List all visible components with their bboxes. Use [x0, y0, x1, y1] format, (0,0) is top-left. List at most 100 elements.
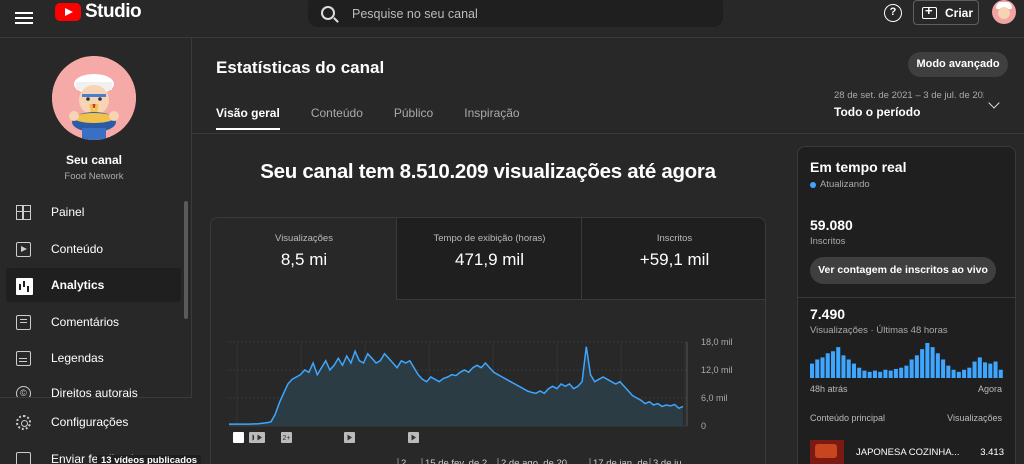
realtime-bar [962, 369, 967, 378]
live-dot-icon [810, 181, 816, 188]
sidebar-item-legendas[interactable]: Legendas [6, 341, 181, 375]
search-input[interactable]: Pesquise no seu canal [352, 7, 478, 21]
y-tick-label: 18,0 mil [701, 337, 733, 347]
realtime-bar [935, 353, 940, 378]
top-content-views: 3.413 [980, 446, 1004, 458]
realtime-bar [857, 367, 862, 378]
analytics-tabs: Visão geral Conteúdo Público Inspiração [216, 106, 551, 130]
youtube-studio-logo[interactable]: Studio [55, 1, 142, 22]
realtime-bar [862, 370, 867, 378]
realtime-axis-start: 48h atrás [810, 384, 848, 394]
realtime-status: Atualizando [810, 179, 870, 190]
realtime-bar [815, 359, 820, 378]
realtime-bar [967, 367, 972, 378]
top-content-views-label: Visualizações [947, 413, 1002, 423]
sidebar-item-label: Analytics [51, 278, 105, 292]
realtime-bar [909, 359, 914, 378]
comments-icon [16, 314, 31, 330]
feedback-icon [16, 452, 31, 464]
realtime-bar [878, 371, 883, 378]
realtime-bar [867, 371, 872, 378]
top-content-item[interactable]: JAPONESA COZINHA... 3.413 [810, 439, 1004, 464]
top-content-title: JAPONESA COZINHA... [856, 446, 960, 458]
advanced-mode-button[interactable]: Modo avançado [908, 52, 1008, 77]
tab-publico[interactable]: Público [394, 106, 433, 130]
sidebar-scrollbar[interactable] [184, 201, 188, 319]
realtime-bar [810, 363, 815, 378]
realtime-subscribers-value: 59.080 [810, 217, 853, 233]
sidebar-item-label: Conteúdo [51, 242, 104, 256]
realtime-bar [846, 359, 851, 378]
help-icon[interactable]: ? [884, 4, 902, 22]
sidebar-item-analytics[interactable]: Analytics [6, 268, 181, 302]
realtime-bar [904, 365, 909, 378]
live-subscriber-count-button[interactable]: Ver contagem de inscritos ao vivo [810, 257, 996, 284]
realtime-bar [899, 367, 904, 378]
realtime-bar [830, 351, 836, 378]
video-thumbnail [810, 440, 844, 464]
tab-conteudo[interactable]: Conteúdo [311, 106, 363, 130]
realtime-bar [930, 347, 935, 378]
published-videos-count: 13 vídeos publicados [97, 455, 202, 464]
tab-visao-geral[interactable]: Visão geral [216, 106, 280, 130]
account-avatar[interactable] [992, 0, 1016, 24]
sidebar-item-label: Configurações [51, 415, 129, 429]
realtime-views-value: 7.490 [810, 306, 846, 322]
search-icon [321, 6, 335, 20]
sidebar-item-conteudo[interactable]: Conteúdo [6, 232, 181, 266]
create-button-label: Criar [945, 5, 974, 20]
realtime-bar [988, 363, 993, 378]
y-tick-label: 12,0 mil [701, 365, 733, 375]
realtime-bar [946, 365, 951, 378]
y-tick-label: 0 [701, 421, 706, 431]
tabs-divider [192, 133, 1024, 134]
chevron-down-icon[interactable] [988, 97, 1000, 109]
hamburger-menu-icon[interactable] [15, 9, 35, 27]
chef-illustration [52, 56, 136, 140]
tab-inspiracao[interactable]: Inspiração [464, 106, 519, 130]
date-range-text[interactable]: 28 de set. de 2021 – 3 de jul. de 2024 [834, 90, 984, 101]
realtime-bar [941, 359, 946, 378]
realtime-bar [977, 357, 982, 378]
video-marker [344, 432, 355, 443]
sidebar-item-direitos-autorais[interactable]: © Direitos autorais [6, 377, 181, 397]
sidebar: Seu canal Food Network Painel Conteúdo A… [0, 38, 192, 464]
channel-avatar[interactable] [52, 56, 136, 140]
x-tick-label: 2 [401, 458, 406, 464]
sidebar-item-label: Legendas [51, 351, 104, 365]
youtube-logo-icon [55, 3, 81, 21]
sidebar-item-label: Direitos autorais [51, 386, 138, 397]
sidebar-item-comentarios[interactable]: Comentários [6, 305, 181, 339]
channel-subtitle: Food Network [64, 171, 124, 182]
settings-icon [16, 414, 31, 430]
video-marker-count: 2+ [283, 435, 291, 442]
realtime-bar [983, 362, 988, 378]
sidebar-bottom-section: Configurações Enviar feedback [0, 397, 192, 464]
views-chart: 0 6,0 mil 12,0 mil 18,0 mil 2+ 2 15 de fev. de… [229, 337, 733, 464]
copyright-icon: © [16, 386, 31, 397]
create-button[interactable]: Criar [913, 0, 979, 25]
sidebar-item-configuracoes[interactable]: Configurações [6, 405, 181, 439]
realtime-bar [956, 371, 961, 378]
sidebar-item-painel[interactable]: Painel [6, 195, 181, 229]
search-bar[interactable]: Pesquise no seu canal [308, 0, 723, 27]
realtime-bar [841, 355, 846, 378]
dashboard-icon [16, 204, 31, 220]
realtime-bar [951, 369, 956, 378]
realtime-card: Em tempo real Atualizando 59.080 Inscrit… [797, 146, 1016, 464]
analytics-icon [16, 277, 33, 295]
realtime-views-bar-chart [810, 343, 1003, 378]
top-bar: Studio Pesquise no seu canal ? Criar [0, 0, 1024, 38]
x-tick-label: 17 de jan. de ... [593, 458, 659, 464]
realtime-title: Em tempo real [810, 159, 907, 175]
date-period-selector[interactable]: Todo o período [834, 105, 920, 119]
video-marker-box [233, 432, 244, 443]
subtitles-icon [16, 350, 31, 366]
channel-name: Seu canal [65, 153, 123, 167]
realtime-bar [972, 361, 977, 378]
realtime-bar [883, 369, 888, 378]
realtime-status-text: Atualizando [820, 179, 870, 190]
realtime-axis-end: Agora [977, 384, 1002, 394]
realtime-views-label: Visualizações · Últimas 48 horas [810, 325, 948, 336]
video-marker [254, 432, 265, 443]
